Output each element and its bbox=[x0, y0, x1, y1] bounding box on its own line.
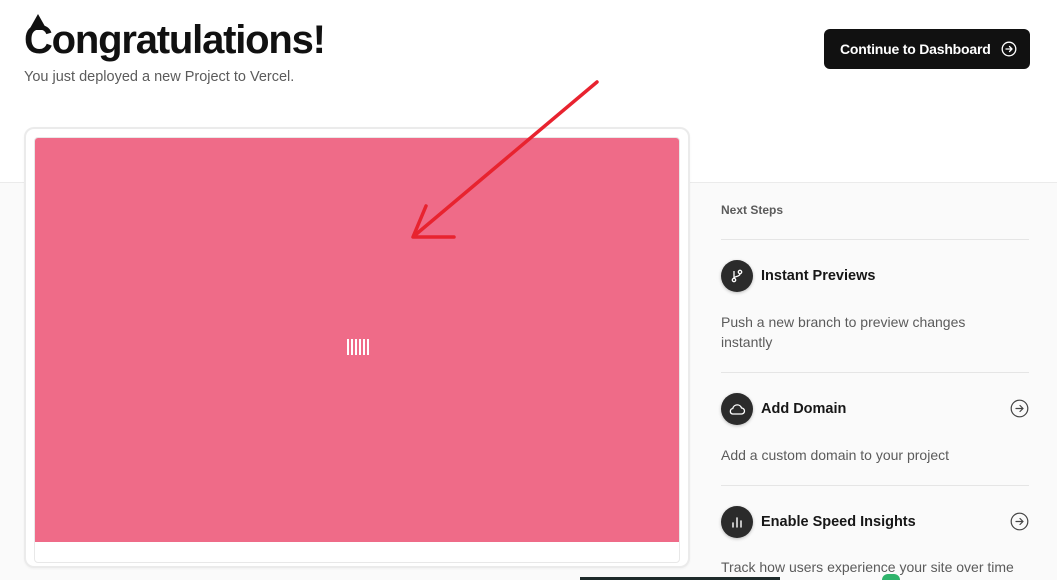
step-label: Add Domain bbox=[761, 401, 847, 417]
step-description: Track how users experience your site ove… bbox=[721, 559, 1014, 575]
step-description: Push a new branch to preview changes ins… bbox=[721, 314, 966, 350]
deployment-screenshot[interactable] bbox=[35, 138, 679, 542]
divider bbox=[721, 372, 1029, 373]
preview-frame bbox=[34, 137, 680, 563]
step-description: Add a custom domain to your project bbox=[721, 447, 950, 463]
status-indicator bbox=[882, 574, 900, 580]
arrow-right-circle-icon[interactable] bbox=[1010, 512, 1029, 531]
step-label: Instant Previews bbox=[761, 268, 876, 284]
continue-to-dashboard-label: Continue to Dashboard bbox=[840, 41, 991, 57]
continue-to-dashboard-button[interactable]: Continue to Dashboard bbox=[824, 29, 1030, 69]
bar-chart-icon bbox=[721, 506, 753, 538]
divider bbox=[721, 239, 1029, 240]
page-title: Congratulations! bbox=[24, 18, 326, 62]
deployment-success-page: Congratulations! You just deployed a new… bbox=[0, 0, 1057, 580]
page-subtitle: You just deployed a new Project to Verce… bbox=[24, 69, 295, 85]
arrow-right-circle-icon bbox=[1001, 41, 1017, 57]
next-steps-heading: Next Steps bbox=[721, 203, 784, 217]
loading-bars-icon bbox=[347, 339, 369, 355]
deployment-preview-card[interactable] bbox=[24, 127, 690, 568]
step-label: Enable Speed Insights bbox=[761, 514, 916, 530]
divider bbox=[721, 485, 1029, 486]
git-branch-icon bbox=[721, 260, 753, 292]
cloud-icon bbox=[721, 393, 753, 425]
arrow-right-circle-icon[interactable] bbox=[1010, 399, 1029, 418]
